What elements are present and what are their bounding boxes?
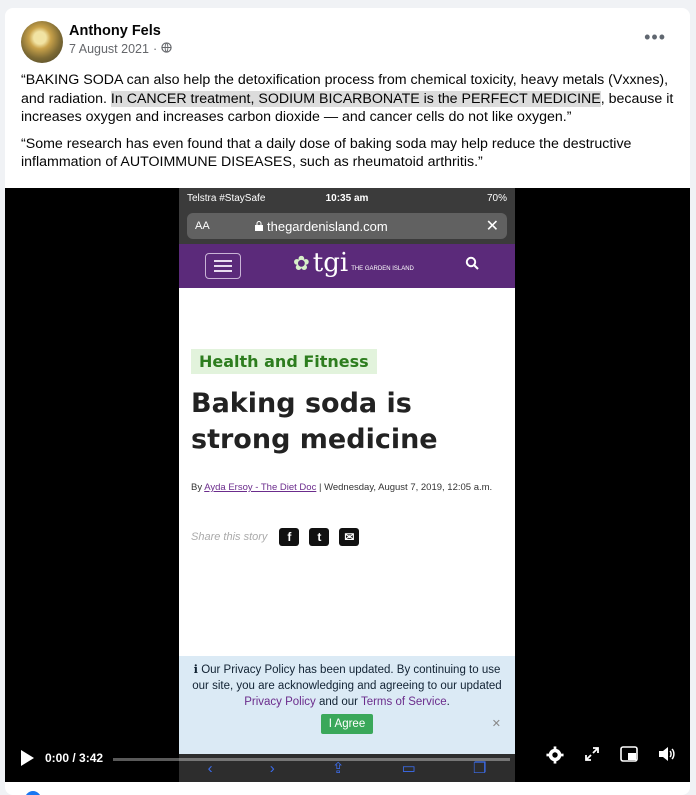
search-icon [465,256,479,274]
site-header: ✿ tgi THE GARDEN ISLAND [179,244,515,288]
facebook-icon: f [279,528,300,546]
privacy-close-icon: ✕ [491,718,501,730]
privacy-text-2: and our [315,696,361,708]
section-label: Health and Fitness [191,349,377,374]
close-icon: ✕ [485,218,499,235]
mail-icon: ✉ [339,528,360,546]
post-author[interactable]: Anthony Fels [69,23,161,39]
more-options-button[interactable]: ••• [644,28,666,46]
browser-url-bar: AA thegardenisland.com ✕ [179,208,515,244]
site-logo: ✿ tgi THE GARDEN ISLAND [293,250,414,276]
post-text: “BAKING SODA can also help the detoxific… [21,71,681,180]
terms-link: Terms of Service [360,696,447,708]
byline-by: By [191,482,205,493]
video-progress-bar[interactable] [113,758,510,761]
carrier-label: Telstra #StaySafe [187,192,266,204]
article-headline: Baking soda is strong medicine [191,388,438,455]
status-time: 10:35 am [325,192,369,204]
privacy-policy-link: Privacy Policy [244,696,316,708]
volume-icon[interactable] [658,746,676,769]
video-time: 0:00 / 3:42 [45,751,104,765]
byline-author: Ayda Ersoy - The Diet Doc [204,482,317,493]
privacy-text-3: . [446,696,450,708]
post-meta: 7 August 2021 · [69,42,172,56]
reaction-icon [25,791,41,795]
lock-icon [255,219,263,234]
play-icon[interactable] [21,750,34,766]
share-label: Share this story [191,531,268,543]
video-controls: 0:00 / 3:42 [5,738,690,782]
post-card: Anthony Fels 7 August 2021 · ••• “BAKING… [5,8,690,795]
url-box: AA thegardenisland.com ✕ [187,213,507,239]
post-paragraph-1: “BAKING SODA can also help the detoxific… [21,71,681,127]
twitter-icon: t [309,528,330,546]
avatar[interactable] [21,21,63,63]
logo-text: tgi [312,248,349,278]
privacy-text-1: Our Privacy Policy has been updated. By … [192,664,502,692]
url-text: thegardenisland.com [267,218,388,234]
expand-icon[interactable] [584,746,600,769]
battery-label: 70% [487,192,508,204]
gear-icon[interactable] [546,746,564,769]
byline-date: | Wednesday, August 7, 2019, 12:05 a.m. [316,482,493,493]
logo-sub: THE GARDEN ISLAND [351,265,414,272]
agree-button: I Agree [320,714,374,734]
flower-icon: ✿ [293,252,310,275]
post-paragraph-2: “Some research has even found that a dai… [21,135,632,171]
picture-in-picture-icon[interactable] [620,746,638,769]
meta-dot: · [152,42,158,56]
globe-icon [161,42,172,56]
phone-screenshot: Telstra #StaySafe 10:35 am 70% AA thegar… [179,188,515,782]
video-player[interactable]: Telstra #StaySafe 10:35 am 70% AA thegar… [5,188,690,782]
reader-aa: AA [195,220,210,232]
para1-highlight: In CANCER treatment, SODIUM BICARBONATE … [110,90,601,107]
hamburger-menu-icon [205,253,241,279]
article-byline: By Ayda Ersoy - The Diet Doc | Wednesday… [191,480,496,495]
phone-status-bar: Telstra #StaySafe 10:35 am 70% [179,188,515,208]
share-row: Share this story f t ✉ [191,528,360,546]
post-date[interactable]: 7 August 2021 [69,42,149,56]
